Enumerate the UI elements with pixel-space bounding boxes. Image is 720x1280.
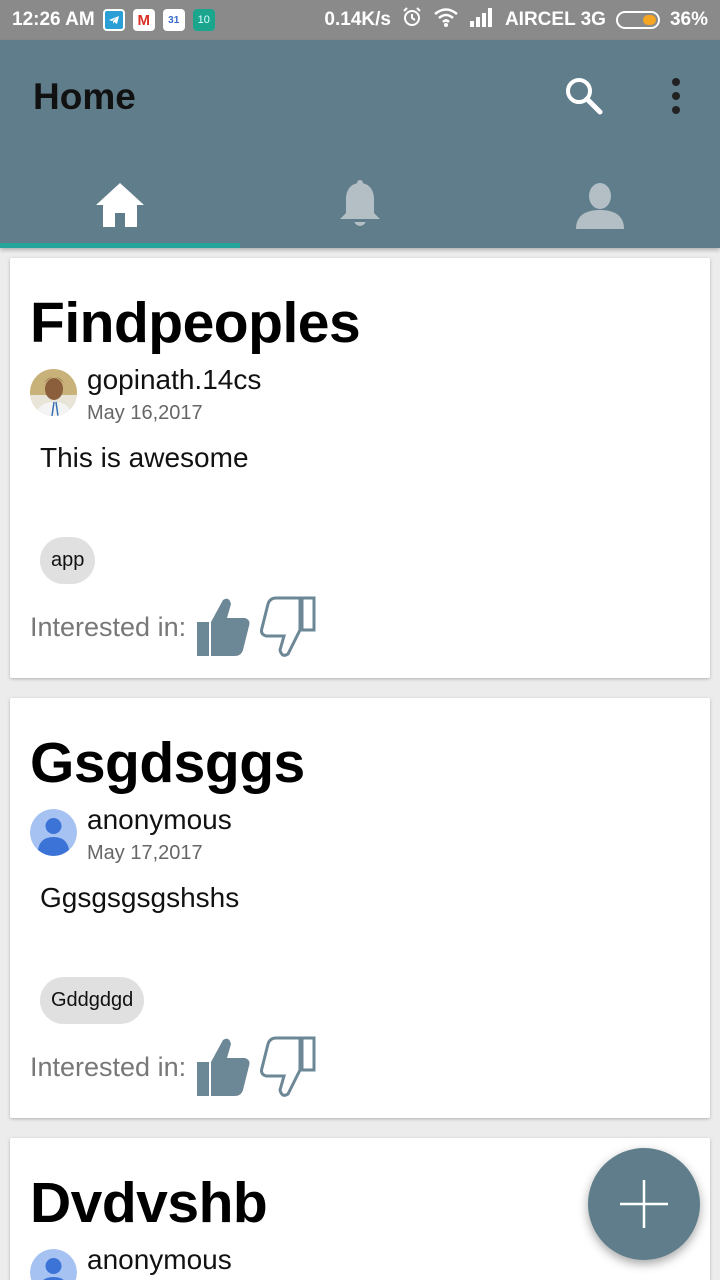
tab-bar: [0, 162, 720, 248]
tab-notifications[interactable]: [240, 162, 480, 248]
like-button[interactable]: [193, 594, 253, 658]
post-card[interactable]: Findpeoples gopinath.14cs May 16,2017 Th…: [10, 258, 710, 678]
network-speed: 0.14K/s: [324, 9, 391, 30]
tab-indicator: [0, 243, 240, 248]
search-icon: [566, 78, 603, 115]
home-icon: [96, 183, 144, 227]
author-name[interactable]: anonymous: [87, 804, 232, 836]
default-avatar-icon: [30, 809, 77, 856]
screen: 12:26 AM M 31 10 0.14K/s AIRCEL 3G 36% H…: [0, 0, 720, 1280]
tag-chip[interactable]: Gddgdgd: [40, 977, 145, 1024]
bell-icon: [340, 180, 380, 226]
tab-profile[interactable]: [480, 162, 720, 248]
interested-label: Interested in:: [30, 612, 187, 642]
ten-icon: 10: [192, 9, 215, 31]
thumbs-down-icon: [260, 1036, 316, 1097]
signal-icon: [469, 7, 495, 33]
post-date: May 17,2017: [87, 842, 203, 864]
add-post-button[interactable]: [588, 1148, 700, 1260]
wifi-icon: [433, 6, 459, 34]
battery-percent: 36%: [669, 9, 708, 30]
post-card[interactable]: Gsgdsggs anonymous May 17,2017 Ggsgsgsgs…: [10, 698, 710, 1118]
page-title: Home: [33, 76, 136, 117]
post-body: Ggsgsgsgshshs: [40, 882, 240, 913]
calendar-icon: 31: [162, 9, 185, 31]
person-icon: [576, 183, 624, 229]
plus-icon: [620, 1180, 668, 1228]
user-photo-icon: [30, 369, 77, 416]
thumbs-up-icon: [197, 598, 250, 656]
post-title: Dvdvshb: [30, 1171, 268, 1235]
app-bar: Home: [0, 40, 720, 248]
author-name[interactable]: gopinath.14cs: [87, 364, 261, 396]
telegram-icon: [102, 9, 125, 31]
carrier-label: AIRCEL 3G: [504, 9, 606, 30]
battery-icon: [615, 11, 660, 29]
more-options-button[interactable]: [656, 74, 696, 118]
author-name[interactable]: anonymous: [87, 1244, 232, 1276]
battery-fill: [642, 15, 656, 25]
gmail-icon: M: [132, 9, 155, 31]
avatar[interactable]: [30, 809, 77, 856]
avatar[interactable]: [30, 1249, 77, 1280]
thumbs-down-icon: [260, 596, 316, 657]
search-button[interactable]: [562, 74, 606, 118]
status-time: 12:26 AM: [12, 9, 95, 30]
dislike-button[interactable]: [260, 1034, 318, 1100]
tab-home[interactable]: [0, 162, 240, 248]
post-title: Findpeoples: [30, 291, 361, 355]
dislike-button[interactable]: [260, 594, 318, 660]
default-avatar-icon: [30, 1249, 77, 1280]
like-button[interactable]: [193, 1034, 253, 1098]
post-title: Gsgdsggs: [30, 731, 305, 795]
more-vert-icon: [672, 78, 680, 114]
post-body: This is awesome: [40, 442, 249, 473]
alarm-icon: [401, 6, 423, 34]
status-bar: 12:26 AM M 31 10 0.14K/s AIRCEL 3G 36%: [0, 0, 720, 40]
interested-label: Interested in:: [30, 1052, 187, 1082]
post-date: May 16,2017: [87, 402, 203, 424]
thumbs-up-icon: [197, 1038, 250, 1096]
avatar[interactable]: [30, 369, 77, 416]
tag-chip[interactable]: app: [40, 537, 96, 584]
